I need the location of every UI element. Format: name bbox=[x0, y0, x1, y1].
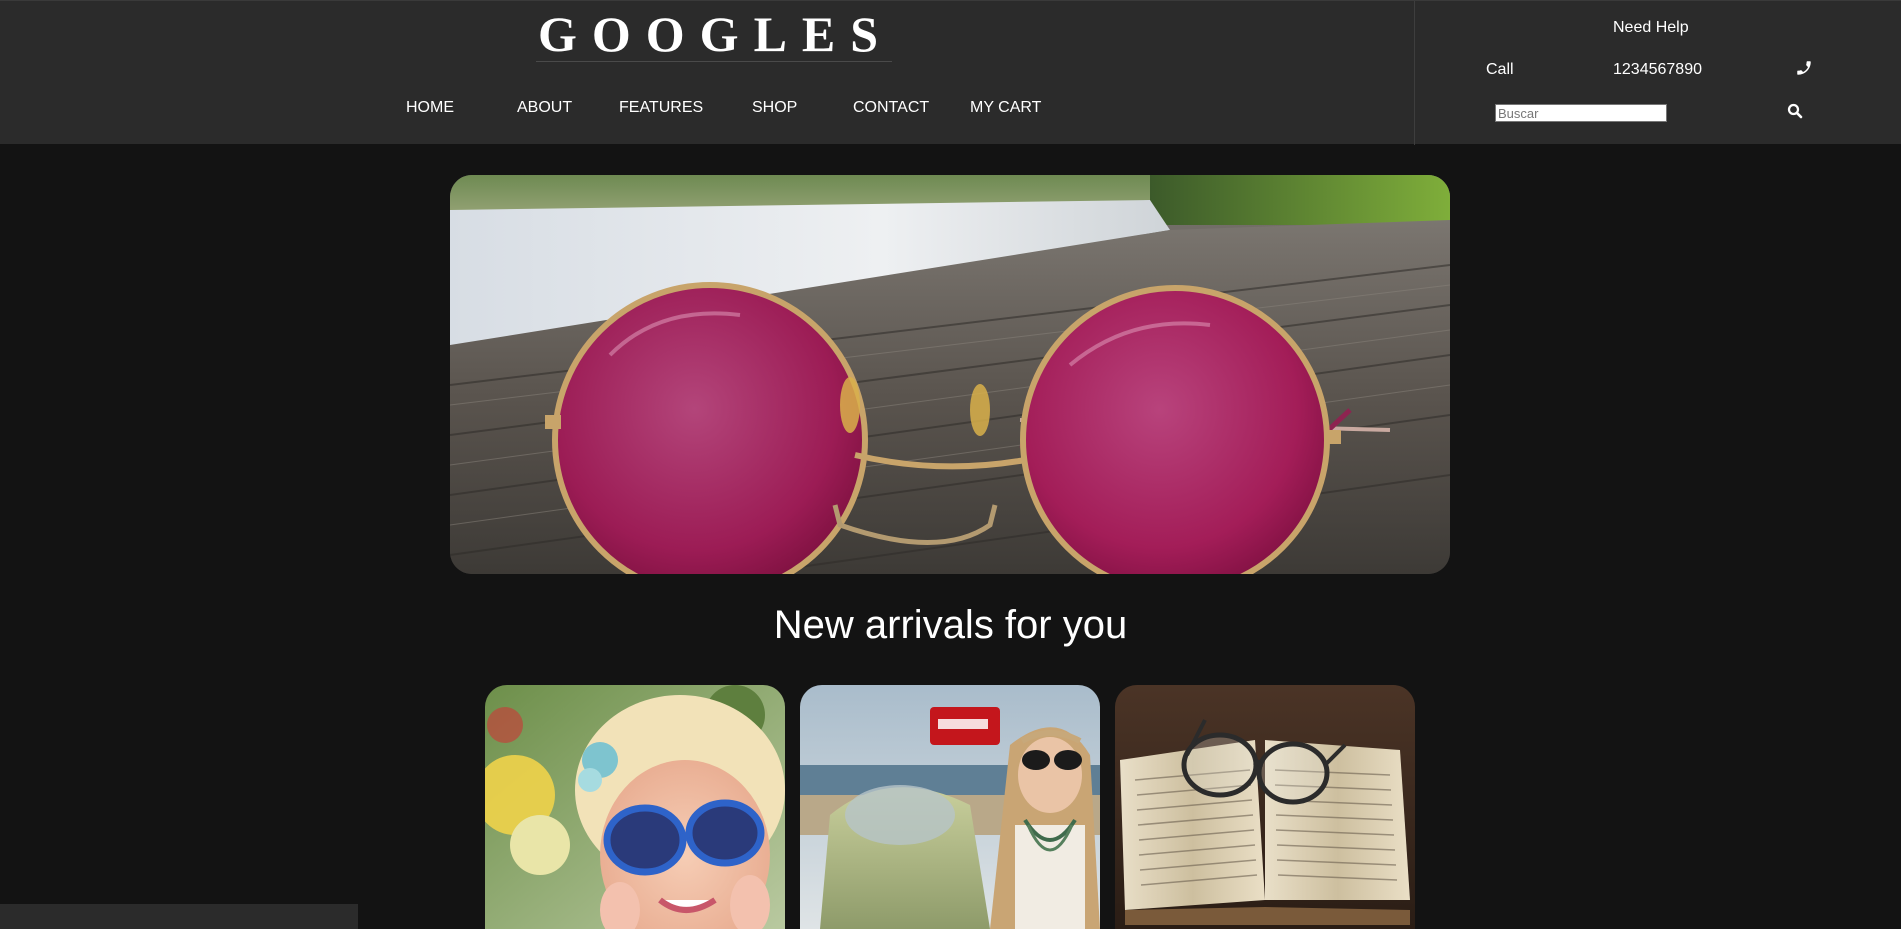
arrival-card-1[interactable] bbox=[485, 685, 785, 929]
nav-features[interactable]: FEATURES bbox=[619, 99, 703, 117]
woman-blue-sunglasses-image bbox=[485, 685, 785, 929]
arrival-card-3[interactable] bbox=[1115, 685, 1415, 929]
brand-logo[interactable]: GOOGLES bbox=[538, 5, 893, 63]
nav-home[interactable]: HOME bbox=[406, 99, 454, 117]
hero-sunglasses-image bbox=[450, 175, 1450, 574]
call-label: Call bbox=[1486, 61, 1514, 78]
search-icon[interactable] bbox=[1786, 102, 1804, 120]
woman-vintage-car-image bbox=[800, 685, 1100, 929]
need-help-title: Need Help bbox=[1613, 19, 1689, 36]
logo-underline bbox=[536, 61, 892, 62]
site-header: GOOGLES HOME ABOUT FEATURES SHOP CONTACT… bbox=[0, 0, 1901, 145]
nav-contact[interactable]: CONTACT bbox=[853, 99, 929, 117]
bottom-bar bbox=[0, 904, 358, 929]
nav-my-cart[interactable]: MY CART bbox=[970, 99, 1041, 117]
hero-banner[interactable] bbox=[450, 175, 1450, 574]
nav-shop[interactable]: SHOP bbox=[752, 99, 797, 117]
phone-icon[interactable] bbox=[1795, 59, 1813, 77]
nav-about[interactable]: ABOUT bbox=[517, 99, 572, 117]
phone-number[interactable]: 1234567890 bbox=[1613, 61, 1702, 79]
search-input[interactable] bbox=[1495, 104, 1667, 122]
new-arrivals-title: New arrivals for you bbox=[773, 603, 1128, 647]
arrival-card-2[interactable] bbox=[800, 685, 1100, 929]
glasses-on-book-image bbox=[1115, 685, 1415, 929]
